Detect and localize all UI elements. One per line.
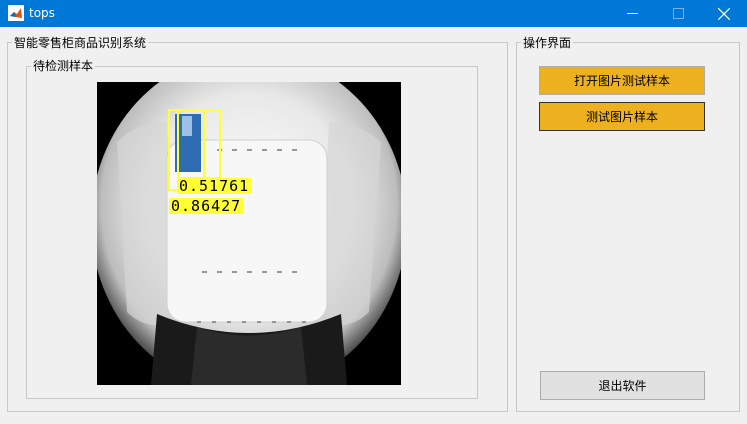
- window-title: tops: [29, 6, 55, 20]
- title-bar: tops: [0, 0, 747, 27]
- maximize-icon: [672, 8, 684, 19]
- close-button[interactable]: [701, 0, 747, 27]
- detection-score-2: 0.86427: [169, 197, 244, 215]
- maximize-button[interactable]: [655, 0, 701, 27]
- test-image-button[interactable]: 测试图片样本: [539, 102, 705, 131]
- detection-score-1: 0.51761: [177, 177, 252, 195]
- main-panel-title: 智能零售柜商品识别系统: [12, 36, 149, 50]
- minimize-button[interactable]: [609, 0, 655, 27]
- sample-image: 0.51761 0.86427: [97, 82, 401, 385]
- minimize-icon: [626, 13, 638, 14]
- ops-panel: [516, 42, 740, 412]
- open-image-button[interactable]: 打开图片测试样本: [539, 66, 705, 95]
- sample-panel-title: 待检测样本: [31, 59, 96, 73]
- close-icon: [718, 7, 730, 20]
- ops-panel-title: 操作界面: [521, 36, 574, 50]
- exit-button[interactable]: 退出软件: [540, 371, 705, 400]
- fridge-interior-image: [97, 82, 401, 385]
- matlab-logo-icon: [8, 5, 24, 21]
